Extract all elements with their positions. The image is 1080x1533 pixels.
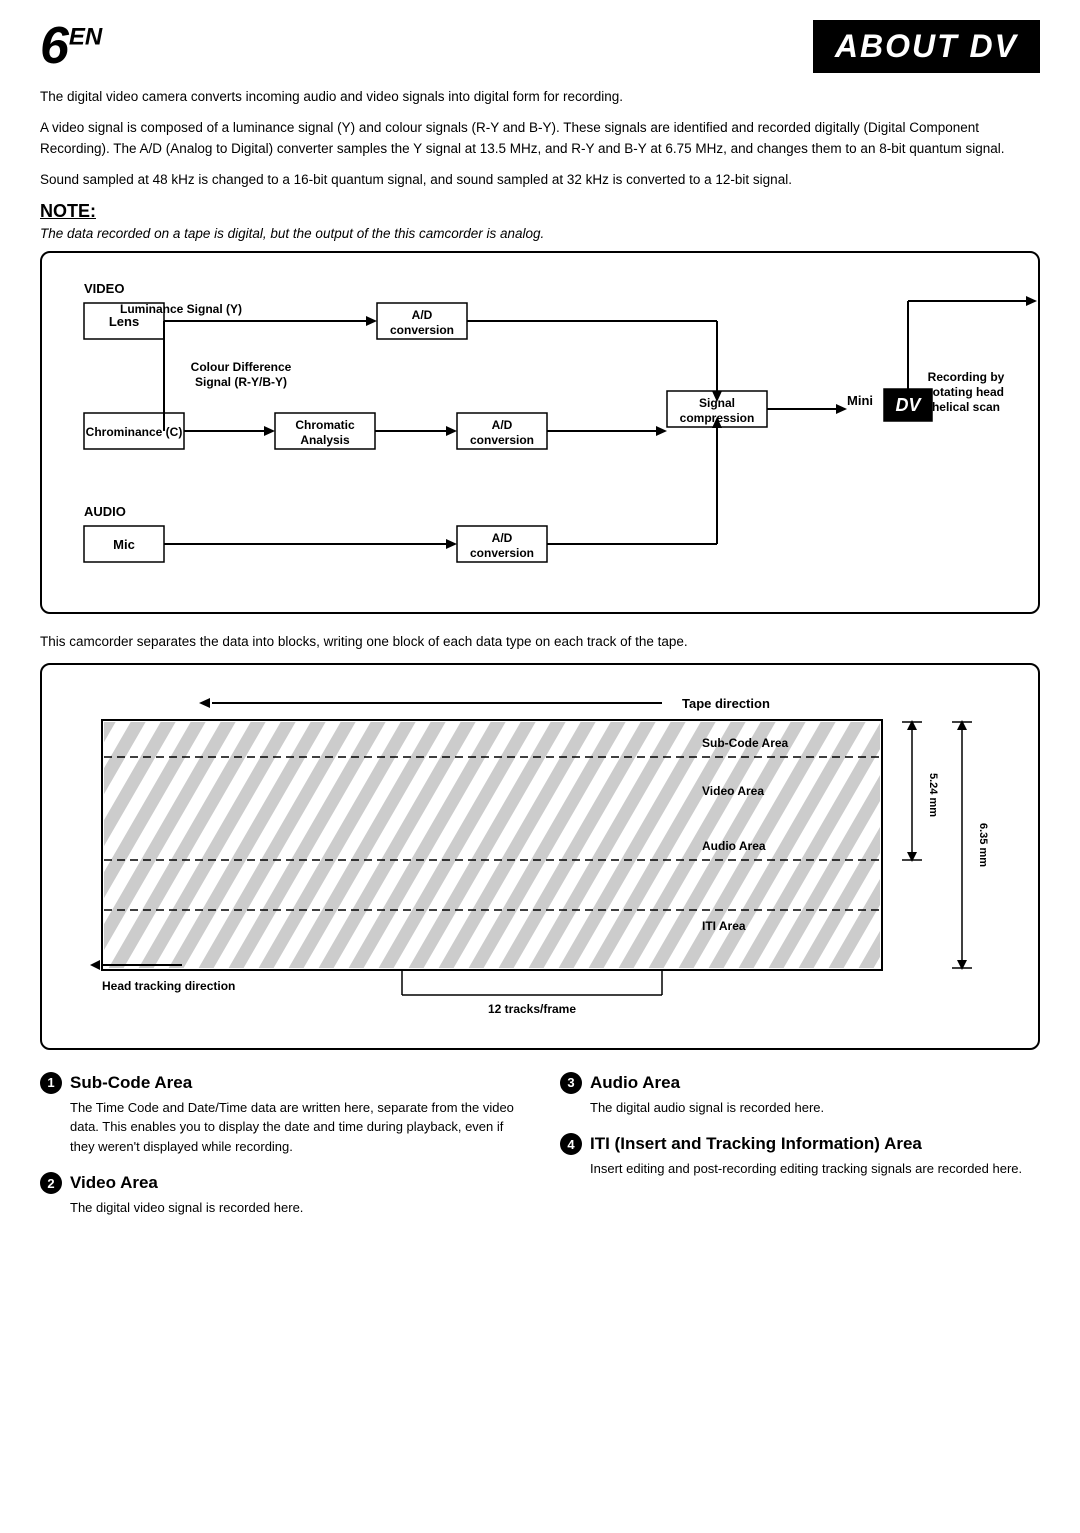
video-label: VIDEO <box>84 281 124 296</box>
note-section: NOTE: The data recorded on a tape is dig… <box>40 201 1040 241</box>
luminance-label: Luminance Signal (Y) <box>120 302 242 316</box>
paragraph-3: Sound sampled at 48 kHz is changed to a … <box>40 170 1040 191</box>
ad2-label-2: conversion <box>470 433 534 447</box>
section-4-body: Insert editing and post-recording editin… <box>590 1159 1040 1179</box>
arrowhead-chrom-chromatic <box>264 426 275 436</box>
section-3-body: The digital audio signal is recorded her… <box>590 1098 1040 1118</box>
mini-label: Mini <box>847 393 873 408</box>
about-dv-title: ABOUT DV <box>813 20 1040 73</box>
section-2-title: 2 Video Area <box>40 1172 520 1194</box>
chromatic-label-1: Chromatic <box>295 418 355 432</box>
chrominance-label: Chrominance (C) <box>86 425 183 439</box>
section-1-title-text: Sub-Code Area <box>70 1073 192 1093</box>
recording-label-2: rotating head <box>928 385 1004 399</box>
page-number: 6EN <box>40 20 102 72</box>
head-tracking-label: Head tracking direction <box>102 979 235 993</box>
note-text: The data recorded on a tape is digital, … <box>40 226 1040 241</box>
arrowhead-dv-right <box>1026 296 1037 306</box>
section-1-body: The Time Code and Date/Time data are wri… <box>70 1098 520 1157</box>
right-column: 3 Audio Area The digital audio signal is… <box>560 1072 1040 1234</box>
page: 6EN ABOUT DV The digital video camera co… <box>0 0 1080 1533</box>
ad3-label-1: A/D <box>492 531 513 545</box>
section-1: 1 Sub-Code Area The Time Code and Date/T… <box>40 1072 520 1157</box>
header: 6EN ABOUT DV <box>40 20 1040 73</box>
chromatic-label-2: Analysis <box>300 433 350 447</box>
paragraph-1: The digital video camera converts incomi… <box>40 87 1040 108</box>
dim2-label: 6.35 mm <box>977 823 989 867</box>
tape-diagram-box: Tape direction Sub-Code Area Video Area <box>40 663 1040 1050</box>
tracks-label: 12 tracks/frame <box>488 1002 576 1016</box>
arrowhead-chromatic-ad2 <box>446 426 457 436</box>
section-3-title: 3 Audio Area <box>560 1072 1040 1094</box>
section-2-body: The digital video signal is recorded her… <box>70 1198 520 1218</box>
audio-area-label: Audio Area <box>702 839 766 853</box>
arrowhead-ad2-sigcomp <box>656 426 667 436</box>
arrowhead-sigcomp-minidv <box>836 404 847 414</box>
section-1-title: 1 Sub-Code Area <box>40 1072 520 1094</box>
audio-label: AUDIO <box>84 504 126 519</box>
paragraph-2: A video signal is composed of a luminanc… <box>40 118 1040 160</box>
lens-label: Lens <box>109 314 139 329</box>
video-area-label: Video Area <box>702 784 764 798</box>
tape-diagram-svg: Tape direction Sub-Code Area Video Area <box>62 685 1052 1025</box>
bottom-sections: 1 Sub-Code Area The Time Code and Date/T… <box>40 1072 1040 1234</box>
sub-code-label: Sub-Code Area <box>702 736 789 750</box>
ad1-label-2: conversion <box>390 323 454 337</box>
signal-flow-svg: VIDEO Lens Luminance Signal (Y) A/D conv… <box>66 271 1056 591</box>
ad2-label-1: A/D <box>492 418 513 432</box>
section-2-title-text: Video Area <box>70 1173 158 1193</box>
ad3-label-2: conversion <box>470 546 534 560</box>
dv-logo-text: DV <box>895 395 922 415</box>
section-3-title-text: Audio Area <box>590 1073 680 1093</box>
arrowhead-mic-ad3 <box>446 539 457 549</box>
arrowhead-lens-ad1 <box>366 316 377 326</box>
tape-direction-arrowhead <box>199 698 210 708</box>
section-4-title-text: ITI (Insert and Tracking Information) Ar… <box>590 1134 922 1154</box>
section-4: 4 ITI (Insert and Tracking Information) … <box>560 1133 1040 1179</box>
camcorder-text: This camcorder separates the data into b… <box>40 632 1040 653</box>
iti-area-label: ITI Area <box>702 919 746 933</box>
tape-direction-label: Tape direction <box>682 696 770 711</box>
circle-3: 3 <box>560 1072 582 1094</box>
signal-flow-diagram-box: VIDEO Lens Luminance Signal (Y) A/D conv… <box>40 251 1040 614</box>
section-3: 3 Audio Area The digital audio signal is… <box>560 1072 1040 1118</box>
note-heading: NOTE: <box>40 201 1040 222</box>
left-column: 1 Sub-Code Area The Time Code and Date/T… <box>40 1072 520 1234</box>
recording-label-3: helical scan <box>932 400 1000 414</box>
section-2: 2 Video Area The digital video signal is… <box>40 1172 520 1218</box>
section-4-title: 4 ITI (Insert and Tracking Information) … <box>560 1133 1040 1155</box>
circle-2: 2 <box>40 1172 62 1194</box>
circle-4: 4 <box>560 1133 582 1155</box>
colour-diff-label-2: Signal (R-Y/B-Y) <box>195 375 287 389</box>
ad1-label-1: A/D <box>412 308 433 322</box>
recording-label-1: Recording by <box>928 370 1005 384</box>
circle-1: 1 <box>40 1072 62 1094</box>
dim1-label: 5.24 mm <box>927 773 939 817</box>
head-tracking-arrowhead <box>90 960 100 970</box>
mic-label: Mic <box>113 537 135 552</box>
colour-diff-label-1: Colour Difference <box>191 360 292 374</box>
